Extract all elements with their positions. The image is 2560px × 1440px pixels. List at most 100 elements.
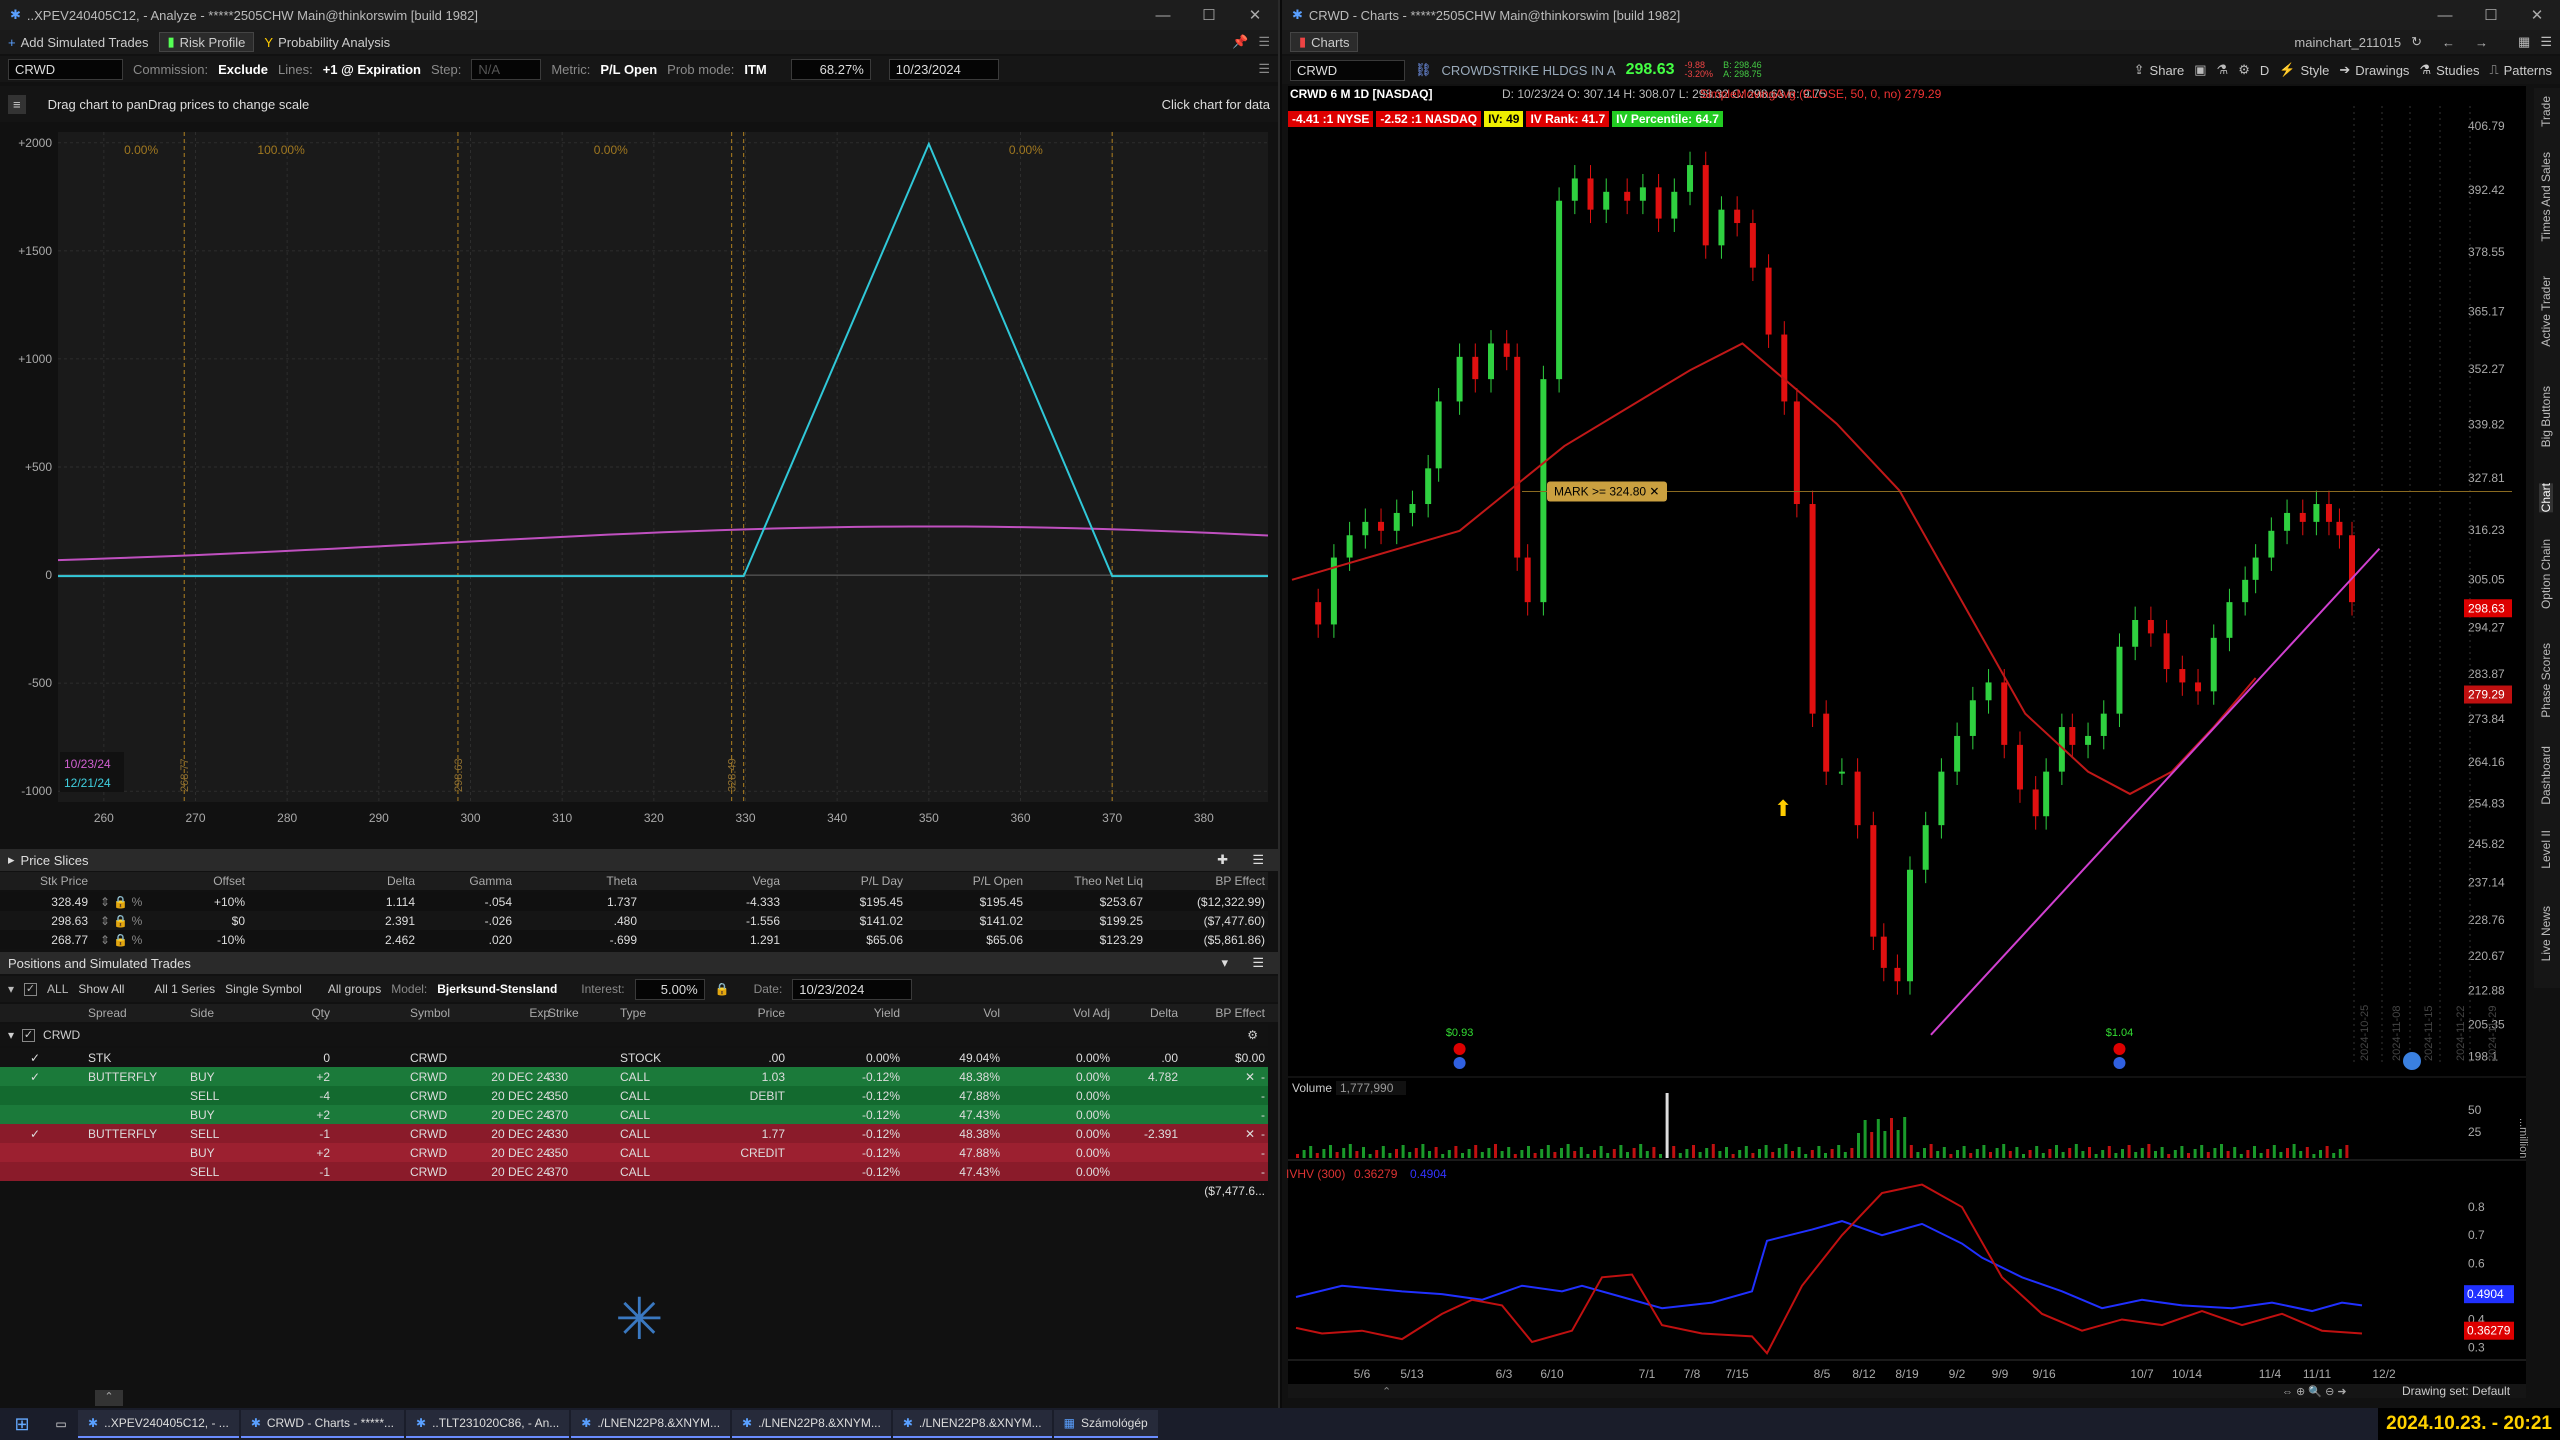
- step-input[interactable]: N/A: [471, 58, 542, 80]
- prob-mode-value[interactable]: ITM: [744, 62, 766, 77]
- menu-icon[interactable]: ☰: [1252, 955, 1264, 971]
- collapse-icon[interactable]: ⌃: [1382, 1386, 1391, 1398]
- symbol-input[interactable]: CRWD: [8, 58, 123, 80]
- link-icon[interactable]: ⛓: [1415, 62, 1432, 78]
- side-tab[interactable]: Trade: [2539, 96, 2553, 127]
- column-header[interactable]: Strike: [548, 1004, 623, 1022]
- date-input[interactable]: 10/23/2024: [888, 58, 999, 80]
- symbol-filter[interactable]: Single Symbol: [225, 982, 302, 996]
- gear-icon[interactable]: ⚙: [1247, 1028, 1258, 1042]
- minimize-button[interactable]: —: [2422, 0, 2468, 30]
- expand-icon[interactable]: ▾: [8, 1028, 14, 1042]
- lower-panels[interactable]: Volume 1,777,990 50 25 ...million IVHV (300) 0…: [1282, 1078, 2532, 1408]
- price-slices-header[interactable]: ▸ Price Slices ✚ ☰: [0, 849, 1278, 871]
- column-header[interactable]: Delta: [250, 872, 415, 890]
- refresh-icon[interactable]: ↻: [2411, 34, 2422, 50]
- close-button[interactable]: ✕: [1232, 0, 1278, 30]
- back-arrow-icon[interactable]: ←: [2442, 35, 2455, 50]
- column-header[interactable]: Spread: [88, 1004, 188, 1022]
- position-cell[interactable]: 330: [548, 1124, 623, 1143]
- row-checkbox[interactable]: ✓: [30, 1067, 46, 1086]
- pin-icon[interactable]: 📌: [1232, 34, 1248, 50]
- drawings-button[interactable]: ➔ Drawings: [2339, 62, 2409, 78]
- event-icon[interactable]: [2113, 1043, 2126, 1055]
- studies-button[interactable]: ⚗ Studies: [2419, 62, 2479, 78]
- position-cell[interactable]: -1: [250, 1124, 330, 1143]
- position-cell[interactable]: [690, 1162, 785, 1181]
- price-slice-row[interactable]: 298.63 $0 2.391 -.026 .480 -1.556 $141.02 $141.…: [0, 911, 1268, 930]
- menu-icon[interactable]: ☰: [1252, 852, 1264, 868]
- side-tab[interactable]: Active Trader: [2539, 276, 2553, 347]
- price-slice-row[interactable]: 328.49 +10% 1.114 -.054 1.737 -4.333 $195.45 $1…: [0, 892, 1268, 911]
- calendar-icon[interactable]: ▣: [2194, 62, 2206, 78]
- column-header[interactable]: Type: [620, 1004, 690, 1022]
- interest-input[interactable]: 5.00%: [634, 978, 705, 1000]
- position-row[interactable]: BUTTERFLY BUY +2 CRWD 20 DEC 24 330 CALL 1.03 -0…: [0, 1067, 1268, 1086]
- grid-icon[interactable]: ▦: [2518, 34, 2530, 50]
- side-tab[interactable]: Phase Scores: [2539, 643, 2553, 718]
- slice-controls-icon[interactable]: ⇕ 🔒 %: [100, 911, 150, 930]
- column-header[interactable]: Price: [690, 1004, 785, 1022]
- risk-profile-chart[interactable]: +2000 +1500 +1000 +500 0 -500 -1000 260 270 280 2…: [0, 124, 1280, 844]
- column-header[interactable]: Offset: [150, 872, 245, 890]
- gear-icon[interactable]: ⚙: [2238, 62, 2250, 78]
- position-cell[interactable]: SELL: [190, 1162, 250, 1181]
- taskbar-item[interactable]: ✱ ..TLT231020C86, - An...: [406, 1410, 570, 1438]
- taskbar-item[interactable]: ✱ ..XPEV240405C12, - ...: [78, 1410, 239, 1438]
- metric-value[interactable]: P/L Open: [600, 62, 657, 77]
- price-slice-row[interactable]: 268.77 -10% 2.462 .020 -.699 1.291 $65.06 $65.0…: [0, 930, 1268, 949]
- expand-icon[interactable]: ▾: [8, 982, 14, 996]
- patterns-button[interactable]: ⎍ Patterns: [2489, 62, 2552, 78]
- task-view-icon[interactable]: ▭: [44, 1417, 78, 1431]
- commission-value[interactable]: Exclude: [218, 62, 268, 77]
- column-header[interactable]: Delta: [1118, 1004, 1178, 1022]
- tab-add-simulated-trades[interactable]: + Add Simulated Trades: [8, 35, 149, 50]
- collapse-icon[interactable]: ▸: [8, 852, 15, 868]
- row-checkbox[interactable]: ✓: [30, 1124, 46, 1143]
- position-cell[interactable]: 330: [548, 1067, 623, 1086]
- zoom-controls-icon[interactable]: ⇔ ⊕ 🔍 ⊖ ➜: [2282, 1384, 2347, 1398]
- position-row[interactable]: BUTTERFLY SELL -1 CRWD 20 DEC 24 330 CALL 1.77-…: [0, 1124, 1268, 1143]
- iv-input[interactable]: 68.27%: [790, 58, 871, 80]
- position-cell[interactable]: +2: [250, 1105, 330, 1124]
- position-cell[interactable]: 1.77: [690, 1124, 785, 1143]
- style-button[interactable]: ⚡ Style: [2279, 62, 2329, 78]
- minimize-button[interactable]: —: [1140, 0, 1186, 30]
- maximize-button[interactable]: ☐: [1186, 0, 1232, 30]
- position-cell[interactable]: 370: [548, 1105, 623, 1124]
- show-filter[interactable]: Show All: [78, 982, 124, 996]
- column-header[interactable]: Theta: [515, 872, 637, 890]
- share-button[interactable]: ⇪ Share: [2134, 62, 2185, 78]
- settings-icon[interactable]: ≡: [8, 94, 26, 114]
- positions-date-input[interactable]: 10/23/2024: [792, 978, 913, 1000]
- tab-probability-analysis[interactable]: Y Probability Analysis: [264, 35, 390, 50]
- position-cell[interactable]: +2: [250, 1143, 330, 1162]
- close-button[interactable]: ✕: [2514, 0, 2560, 30]
- column-header[interactable]: Qty: [250, 1004, 330, 1022]
- position-cell[interactable]: 1.03: [690, 1067, 785, 1086]
- position-row[interactable]: SELL -1 CRWD 20 DEC 24 370 CALL -0.12% 47.43% 0.…: [0, 1162, 1268, 1181]
- chart-name[interactable]: mainchart_211015: [2294, 35, 2401, 50]
- slice-price[interactable]: 298.63: [8, 911, 88, 930]
- position-cell[interactable]: -4: [250, 1086, 330, 1105]
- groups-filter[interactable]: All groups: [328, 982, 381, 996]
- taskbar-item[interactable]: ✱ ./LNEN22P8.&XNYM...: [571, 1410, 731, 1438]
- column-header[interactable]: Vega: [640, 872, 780, 890]
- group-row-crwd[interactable]: ▾ ✓ CRWD ⚙: [0, 1024, 1268, 1046]
- slice-controls-icon[interactable]: ⇕ 🔒 %: [100, 930, 150, 949]
- column-header[interactable]: BP Effect: [1180, 1004, 1265, 1022]
- taskbar-item[interactable]: ✱ ./LNEN22P8.&XNYM...: [892, 1410, 1052, 1438]
- row-checkbox[interactable]: ✓: [30, 1048, 46, 1067]
- event-icon[interactable]: [1453, 1043, 1466, 1055]
- collapse-icon[interactable]: ▾: [1221, 955, 1228, 971]
- timeframe-button[interactable]: D: [2260, 63, 2269, 78]
- side-tab[interactable]: Level II: [2539, 830, 2553, 869]
- position-cell[interactable]: BUY: [190, 1067, 250, 1086]
- all-checkbox[interactable]: ✓: [24, 982, 38, 996]
- position-cell[interactable]: +2: [250, 1067, 330, 1086]
- column-header[interactable]: Yield: [800, 1004, 900, 1022]
- column-header[interactable]: Gamma: [420, 872, 512, 890]
- position-cell[interactable]: BUY: [190, 1105, 250, 1124]
- menu-icon[interactable]: ☰: [1258, 34, 1270, 50]
- info-icon[interactable]: [1453, 1057, 1466, 1069]
